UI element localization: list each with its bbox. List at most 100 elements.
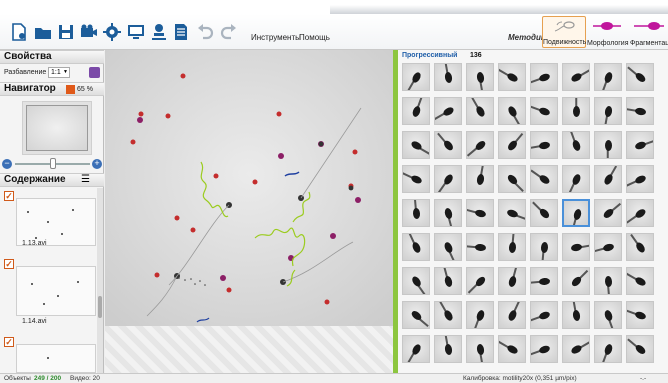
sperm-cell-tile[interactable] (562, 233, 590, 261)
open-folder-icon[interactable] (33, 22, 53, 42)
report-icon[interactable] (171, 22, 191, 42)
sperm-cell-tile[interactable] (498, 267, 526, 295)
method-motility-button[interactable]: Подвижность (542, 16, 586, 48)
sperm-cell-tile[interactable] (530, 233, 558, 261)
method-fragmentation-button[interactable]: Фрагментация (628, 16, 668, 48)
zoom-out-icon[interactable]: − (2, 159, 12, 169)
sperm-cell-tile[interactable] (466, 301, 494, 329)
sperm-cell-tile[interactable] (402, 335, 430, 363)
navigator-preview[interactable] (22, 101, 92, 155)
video-checkbox-1[interactable]: ✓ (4, 191, 14, 201)
sperm-cell-tile[interactable] (626, 233, 654, 261)
sperm-cell-tile[interactable] (530, 131, 558, 159)
sperm-cell-tile[interactable] (498, 301, 526, 329)
sperm-cell-tile[interactable] (530, 301, 558, 329)
video-checkbox-2[interactable]: ✓ (4, 259, 14, 269)
sperm-cell-tile[interactable] (434, 63, 462, 91)
dilution-info-icon[interactable] (89, 67, 100, 78)
sperm-cell-tile[interactable] (562, 199, 590, 227)
sperm-cell-tile[interactable] (594, 165, 622, 193)
sperm-cell-tile[interactable] (594, 335, 622, 363)
sperm-cell-tile[interactable] (498, 131, 526, 159)
sperm-cell-tile[interactable] (466, 199, 494, 227)
menu-help[interactable]: Помощь (299, 33, 330, 42)
sperm-cell-tile[interactable] (434, 165, 462, 193)
sperm-cell-tile[interactable] (594, 233, 622, 261)
sperm-cell-tile[interactable] (402, 267, 430, 295)
microscope-icon[interactable] (149, 22, 169, 42)
sperm-cell-tile[interactable] (626, 267, 654, 295)
menu-tools[interactable]: Инструменты (251, 33, 301, 42)
sperm-cell-tile[interactable] (530, 199, 558, 227)
sperm-cell-tile[interactable] (434, 301, 462, 329)
contents-scrollbar-thumb[interactable] (98, 296, 102, 318)
sperm-cell-tile[interactable] (498, 97, 526, 125)
sperm-cell-tile[interactable] (434, 267, 462, 295)
sperm-cell-tile[interactable] (626, 301, 654, 329)
new-document-icon[interactable] (9, 22, 29, 42)
sperm-cell-tile[interactable] (402, 233, 430, 261)
sperm-cell-tile[interactable] (562, 97, 590, 125)
camera-icon[interactable] (79, 22, 99, 42)
sperm-cell-tile[interactable] (562, 267, 590, 295)
sperm-cell-tile[interactable] (466, 131, 494, 159)
zoom-slider-handle[interactable] (50, 158, 56, 169)
sperm-cell-tile[interactable] (626, 335, 654, 363)
sperm-cell-tile[interactable] (466, 97, 494, 125)
method-morphology-button[interactable]: Морфология (587, 16, 629, 48)
video-thumbnail-3[interactable] (16, 344, 96, 373)
sperm-cell-tile[interactable] (594, 97, 622, 125)
sperm-cell-tile[interactable] (402, 63, 430, 91)
sperm-cell-tile[interactable] (466, 267, 494, 295)
zoom-in-icon[interactable]: + (92, 159, 102, 169)
video-thumbnail-1[interactable] (16, 198, 96, 246)
sperm-cell-tile[interactable] (626, 97, 654, 125)
sperm-cell-tile[interactable] (498, 199, 526, 227)
sperm-cell-tile[interactable] (434, 131, 462, 159)
video-view[interactable] (105, 50, 393, 373)
sperm-cell-tile[interactable] (402, 301, 430, 329)
sperm-cell-tile[interactable] (466, 335, 494, 363)
sperm-cell-tile[interactable] (498, 233, 526, 261)
redo-icon[interactable] (219, 22, 239, 42)
sperm-cell-tile[interactable] (562, 301, 590, 329)
sperm-cell-tile[interactable] (530, 335, 558, 363)
sperm-cell-tile[interactable] (594, 199, 622, 227)
sperm-cell-tile[interactable] (402, 131, 430, 159)
sperm-cell-tile[interactable] (402, 165, 430, 193)
sperm-cell-tile[interactable] (562, 63, 590, 91)
contents-scrollbar[interactable] (97, 188, 103, 373)
sperm-cell-tile[interactable] (466, 233, 494, 261)
sperm-cell-tile[interactable] (530, 63, 558, 91)
undo-icon[interactable] (195, 22, 215, 42)
sperm-cell-tile[interactable] (498, 63, 526, 91)
video-checkbox-3[interactable]: ✓ (4, 337, 14, 347)
sperm-cell-tile[interactable] (466, 63, 494, 91)
sperm-cell-tile[interactable] (530, 165, 558, 193)
sperm-cell-tile[interactable] (466, 165, 494, 193)
sperm-cell-tile[interactable] (434, 199, 462, 227)
sperm-cell-tile[interactable] (562, 335, 590, 363)
sperm-cell-tile[interactable] (498, 335, 526, 363)
sperm-cell-tile[interactable] (498, 165, 526, 193)
sperm-cell-tile[interactable] (434, 335, 462, 363)
sperm-cell-tile[interactable] (594, 301, 622, 329)
settings-gear-icon[interactable] (102, 22, 122, 42)
sperm-cell-tile[interactable] (626, 63, 654, 91)
sperm-cell-tile[interactable] (562, 165, 590, 193)
list-view-icon[interactable]: ☰ (81, 175, 90, 185)
sperm-cell-tile[interactable] (594, 131, 622, 159)
sperm-cell-tile[interactable] (626, 199, 654, 227)
zoom-fit-icon[interactable] (66, 85, 75, 94)
sperm-cell-tile[interactable] (626, 131, 654, 159)
sperm-cell-tile[interactable] (594, 267, 622, 295)
sperm-cell-tile[interactable] (530, 97, 558, 125)
monitor-icon[interactable] (126, 22, 146, 42)
navigator-viewport[interactable] (26, 105, 88, 151)
sperm-cell-tile[interactable] (402, 97, 430, 125)
sperm-cell-tile[interactable] (402, 199, 430, 227)
video-thumbnail-2[interactable] (16, 266, 96, 316)
sperm-cell-tile[interactable] (594, 63, 622, 91)
sperm-cell-tile[interactable] (626, 165, 654, 193)
sperm-cell-tile[interactable] (434, 233, 462, 261)
